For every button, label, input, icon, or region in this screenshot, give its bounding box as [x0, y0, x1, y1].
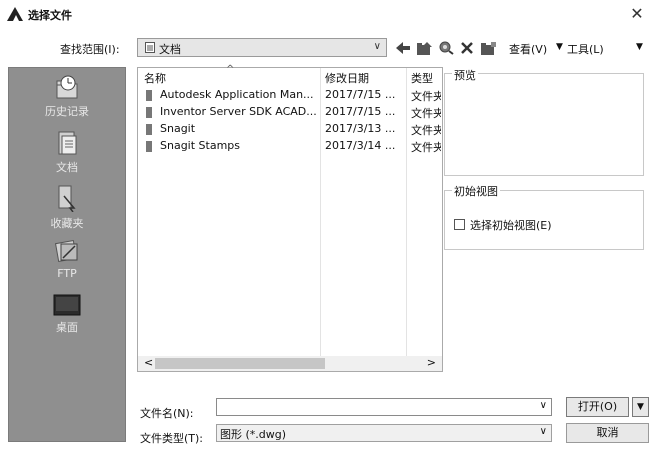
file-type: 文件夹 [411, 107, 441, 120]
file-date: 2017/3/14 ... [325, 139, 396, 152]
title-bar: 选择文件 ✕ [0, 0, 653, 28]
search-web-button[interactable] [437, 39, 455, 57]
delete-icon [461, 42, 473, 54]
place-history[interactable]: 历史记录 [9, 74, 125, 119]
document-folder-icon [145, 42, 155, 53]
file-date: 2017/7/15 ... [325, 105, 396, 118]
filename-input[interactable]: ∨ [216, 398, 552, 416]
place-desktop[interactable]: 桌面 [9, 294, 125, 335]
ftp-icon [55, 239, 78, 263]
filename-label: 文件名(N): [140, 407, 194, 420]
file-type: 文件夹 [411, 124, 441, 137]
caret-down-icon[interactable]: ▼ [636, 42, 643, 52]
file-name: Snagit Stamps [160, 139, 241, 152]
file-row[interactable]: Snagit 2017/3/13 ... 文件夹 [138, 121, 443, 138]
file-name: Snagit [160, 122, 196, 135]
close-button[interactable]: ✕ [627, 4, 647, 24]
sort-ascending-icon: ^ [226, 64, 235, 75]
lookin-label: 查找范围(I): [60, 43, 120, 56]
open-button[interactable]: 打开(O) [566, 397, 629, 417]
file-date: 2017/7/15 ... [325, 88, 396, 101]
folder-icon [146, 124, 152, 135]
folder-icon [146, 90, 152, 101]
filetype-value: 图形 (*.dwg) [220, 428, 287, 441]
preview-label: 预览 [452, 67, 478, 83]
place-ftp[interactable]: FTP [9, 238, 125, 280]
places-sidebar: 历史记录 文档 收藏夹 FTP 桌面 [8, 67, 126, 442]
file-row[interactable]: Autodesk Application Man... 2017/7/15 ..… [138, 87, 443, 104]
place-documents[interactable]: 文档 [9, 130, 125, 175]
select-file-dialog: 选择文件 ✕ 查找范围(I): 文档 ∨ 查看(V) ▼ 工具(L) ▼ 历史记… [0, 0, 653, 450]
file-name: Inventor Server SDK ACAD... [160, 105, 317, 118]
file-row[interactable]: Inventor Server SDK ACAD... 2017/7/15 ..… [138, 104, 443, 121]
folder-icon [146, 141, 152, 152]
place-label: 收藏夹 [50, 217, 84, 230]
scrollbar-thumb[interactable] [155, 358, 325, 369]
chevron-down-icon[interactable]: ∨ [374, 41, 381, 52]
tools-menu[interactable]: 工具(L) [567, 41, 604, 57]
select-initial-view-checkbox[interactable] [454, 219, 465, 230]
delete-button[interactable] [459, 39, 475, 57]
place-label: 历史记录 [45, 105, 89, 118]
window-title: 选择文件 [28, 9, 72, 22]
chevron-down-icon[interactable]: ∨ [540, 426, 547, 437]
file-type: 文件夹 [411, 90, 441, 103]
caret-down-icon[interactable]: ▼ [556, 42, 563, 52]
file-date: 2017/3/13 ... [325, 122, 396, 135]
views-menu[interactable]: 查看(V) [509, 41, 547, 57]
horizontal-scrollbar[interactable]: < > [138, 356, 442, 371]
scroll-right-icon[interactable]: > [427, 356, 436, 369]
search-web-icon [439, 41, 454, 55]
chevron-down-icon[interactable]: ∨ [540, 400, 547, 411]
documents-icon [58, 131, 77, 155]
history-icon [56, 75, 78, 99]
preview-panel [444, 73, 644, 176]
place-label: 文档 [56, 161, 78, 174]
new-folder-button[interactable] [479, 39, 497, 57]
column-header-name[interactable]: 名称 [144, 70, 166, 86]
place-label: 桌面 [56, 321, 78, 334]
up-folder-button[interactable] [415, 39, 433, 57]
column-header-date[interactable]: 修改日期 [325, 70, 369, 86]
file-name: Autodesk Application Man... [160, 88, 314, 101]
column-header-type[interactable]: 类型 [411, 70, 433, 86]
lookin-value: 文档 [159, 43, 181, 56]
favorites-icon [58, 185, 76, 212]
place-favorites[interactable]: 收藏夹 [9, 184, 125, 231]
lookin-combo[interactable]: 文档 ∨ [137, 38, 387, 57]
back-icon [396, 42, 410, 54]
desktop-icon [53, 294, 81, 316]
folder-icon [146, 107, 152, 118]
file-list[interactable]: ^ 名称 修改日期 类型 Autodesk Application Man...… [137, 64, 443, 372]
filetype-label: 文件类型(T): [140, 432, 204, 445]
file-type: 文件夹 [411, 141, 441, 154]
select-initial-view-label[interactable]: 选择初始视图(E) [470, 217, 552, 233]
initial-view-label: 初始视图 [452, 183, 500, 199]
up-folder-icon [416, 41, 432, 55]
cancel-button[interactable]: 取消 [566, 423, 649, 443]
scroll-left-icon[interactable]: < [144, 356, 153, 369]
open-options-button[interactable]: ▼ [632, 397, 649, 417]
file-row[interactable]: Snagit Stamps 2017/3/14 ... 文件夹 [138, 138, 443, 155]
back-button[interactable] [395, 39, 411, 57]
filetype-select[interactable]: 图形 (*.dwg) ∨ [216, 424, 552, 442]
autocad-app-icon [7, 7, 23, 21]
new-folder-icon [480, 41, 496, 55]
place-label: FTP [57, 267, 77, 280]
